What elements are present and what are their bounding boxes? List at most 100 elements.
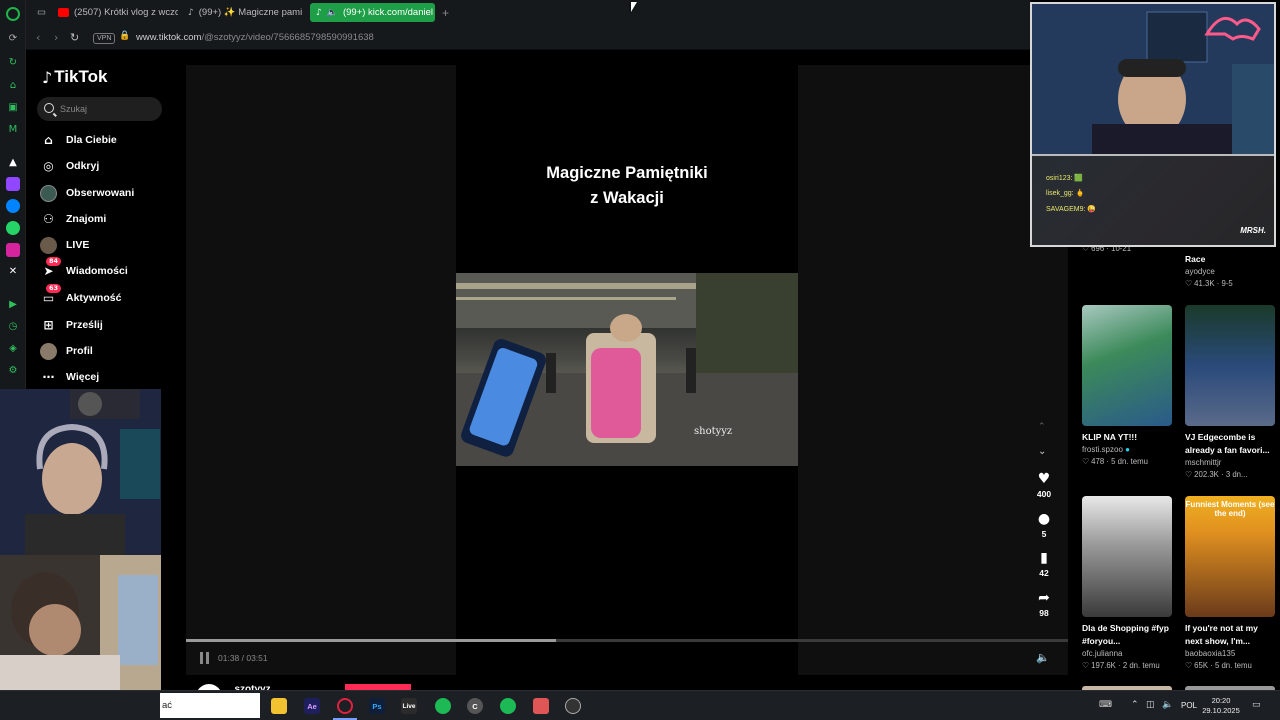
clock-icon[interactable]: ◷: [6, 319, 20, 333]
bag-icon[interactable]: ⌂: [6, 78, 20, 92]
video-player[interactable]: Magiczne Pamiętniki z Wakacji shotyyz: [456, 65, 798, 675]
card-thumbnail: [1082, 496, 1172, 617]
app-icon[interactable]: [533, 698, 549, 714]
photoshop-icon[interactable]: Ps: [369, 698, 385, 714]
messenger-icon[interactable]: [6, 199, 20, 213]
save-button[interactable]: ▮ 42: [1030, 549, 1058, 579]
spotify-icon[interactable]: [435, 698, 451, 714]
triangle-app-icon[interactable]: ▲: [6, 155, 20, 169]
nav-friends[interactable]: ⚇ Znajomi: [40, 208, 180, 230]
previous-video-icon[interactable]: ⌃: [1038, 422, 1046, 432]
notifications-icon[interactable]: ▭: [1252, 700, 1261, 710]
search-icon: [44, 103, 54, 113]
video-card[interactable]: Funniest Moments (see the end) If you're…: [1185, 496, 1277, 672]
m-icon[interactable]: M: [6, 122, 20, 136]
nav-label: Aktywność: [66, 292, 122, 304]
live-avatar-icon: [40, 236, 57, 254]
card-stats: ♡ 202.3K · 3 dn...: [1185, 470, 1248, 479]
instagram-icon[interactable]: [6, 243, 20, 257]
twitch-icon[interactable]: [6, 177, 20, 191]
tab-bar: ▭ (2507) Krótki vlog z wczo ♪ (99+) ✨ Ma…: [26, 0, 1030, 26]
comment-icon: ●: [1037, 511, 1051, 527]
vpn-badge[interactable]: VPN: [93, 33, 116, 44]
forward-icon[interactable]: ›: [54, 31, 58, 44]
heart-icon: ♥: [1037, 471, 1051, 487]
nav-live[interactable]: LIVE: [40, 234, 180, 256]
tab-youtube[interactable]: (2507) Krótki vlog z wczo: [52, 3, 178, 22]
messages-icon: ➤ 84: [40, 256, 62, 280]
youtube-icon: [58, 8, 69, 17]
chevron-up-icon[interactable]: ⌃: [1131, 700, 1139, 710]
back-icon[interactable]: ‹: [36, 31, 40, 44]
video-title-line2: z Wakacji: [590, 189, 664, 207]
tab-label: (99+) kick.com/daniel: [342, 7, 433, 18]
activity-badge: 63: [46, 283, 62, 293]
upload-icon: ⊞: [43, 318, 54, 332]
opera-icon[interactable]: [337, 698, 353, 714]
cube-icon[interactable]: ◈: [6, 341, 20, 355]
video-card[interactable]: VJ Edgecombe is already a fan favori... …: [1185, 305, 1277, 481]
live-app-icon[interactable]: Live: [401, 698, 417, 714]
tab-tiktok[interactable]: ♪ (99+) ✨ Magiczne pamię: [182, 3, 302, 22]
player-icon[interactable]: ▶: [6, 297, 20, 311]
save-count: 42: [1039, 568, 1049, 578]
card-stats: ♡ 197.6K · 2 dn. temu: [1082, 661, 1160, 670]
card-title: If you're not at my next show, I'm...: [1185, 623, 1258, 646]
streamer-webcam: osiri123: 🟩 lisek_gg: 🖕 SAVAGEM9: 😜 MRSH…: [1030, 2, 1276, 247]
new-tab-button[interactable]: +: [436, 3, 454, 22]
tab-kick[interactable]: ♪ 🔈 (99+) kick.com/daniel: [310, 3, 435, 22]
video-card[interactable]: KLIP NA YT!!! frosti.spzoo ● ♡ 478 · 5 d…: [1082, 305, 1174, 468]
reload-icon[interactable]: ↻: [70, 31, 79, 44]
card-likes: 41.3K: [1194, 279, 1215, 288]
spotify-icon-2[interactable]: [500, 698, 516, 714]
settings-icon[interactable]: ⚙: [6, 363, 20, 377]
nav-upload[interactable]: ⊞ Prześlij: [40, 314, 180, 336]
video-clip: shotyyz: [456, 273, 798, 466]
card-thumbnail: [1082, 305, 1172, 426]
pause-button[interactable]: [200, 652, 211, 664]
history-icon[interactable]: ↻: [6, 55, 20, 69]
volume-tray-icon[interactable]: 🔈: [1162, 700, 1173, 710]
network-icon[interactable]: ◫: [1146, 700, 1155, 710]
language-indicator[interactable]: POL: [1181, 701, 1197, 710]
lock-icon[interactable]: 🔒: [119, 31, 130, 41]
comment-button[interactable]: ● 5: [1030, 510, 1058, 540]
after-effects-icon[interactable]: Ae: [304, 698, 320, 714]
nav-profile[interactable]: Profil: [40, 340, 180, 362]
nav-following[interactable]: Obserwowani: [40, 182, 180, 204]
video-card[interactable]: Race ayodyce ♡ 41.3K · 9-5: [1185, 248, 1277, 290]
nav-messages[interactable]: ➤ 84 Wiadomości: [40, 256, 180, 282]
tab-overview-icon[interactable]: ▭: [31, 3, 53, 22]
opera-gx-logo-icon[interactable]: [6, 7, 20, 21]
tiktok-logo[interactable]: ♪ TikTok: [42, 67, 107, 87]
volume-icon[interactable]: 🔈: [1036, 651, 1050, 664]
bookmark-icon: ▮: [1040, 550, 1048, 566]
thumbnail-caption: Funniest Moments (see the end): [1185, 500, 1275, 518]
search-input[interactable]: Szukaj: [37, 97, 162, 121]
keyboard-icon[interactable]: ⌨: [1099, 700, 1112, 710]
whatsapp-icon[interactable]: [6, 221, 20, 235]
capcut-icon[interactable]: C: [467, 698, 483, 714]
store-icon[interactable]: ▣: [6, 100, 20, 114]
file-explorer-icon[interactable]: [271, 698, 287, 714]
share-button[interactable]: ➦ 98: [1030, 589, 1058, 619]
url-path: /@szotyyz/video/7566685798590991638: [201, 32, 374, 43]
next-video-icon[interactable]: ⌄: [1038, 446, 1046, 457]
nav-label: LIVE: [66, 239, 90, 251]
nav-for-you[interactable]: ⌂ Dla Ciebie: [40, 129, 180, 151]
clock[interactable]: 20:20 29.10.2025: [1201, 696, 1241, 716]
url-field[interactable]: www.tiktok.com/@szotyyz/video/7566685798…: [136, 32, 374, 43]
nav-more[interactable]: ⋯ Więcej: [40, 366, 180, 388]
taskbar-search[interactable]: ać: [160, 693, 260, 718]
x-icon[interactable]: ✕: [6, 264, 20, 278]
mouse-cursor: [631, 2, 637, 12]
refresh-icon[interactable]: ⟳: [6, 31, 20, 45]
nav-activity[interactable]: ▭ 63 Aktywność: [40, 283, 180, 309]
nav-explore[interactable]: ◎ Odkryj: [40, 155, 180, 177]
obs-icon[interactable]: [565, 698, 581, 714]
video-progress-bar[interactable]: [186, 639, 1068, 642]
like-button[interactable]: ♥ 400: [1030, 470, 1058, 500]
video-card[interactable]: Dla de Shopping #fyp #foryou... ofc.juli…: [1082, 496, 1174, 672]
card-likes: 197.6K: [1091, 661, 1116, 670]
card-thumbnail: [1185, 305, 1275, 426]
